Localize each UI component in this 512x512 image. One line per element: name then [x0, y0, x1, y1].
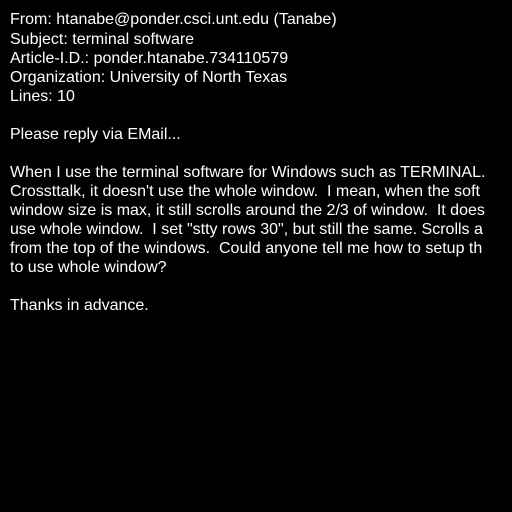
body-line: to use whole window? [10, 259, 167, 276]
header-from: From: htanabe@ponder.csci.unt.edu (Tanab… [10, 11, 337, 28]
header-article-id: Article-I.D.: ponder.htanabe.734110579 [10, 50, 289, 67]
body-line: use whole window. I set "stty rows 30", … [10, 221, 483, 238]
header-organization: Organization: University of North Texas [10, 69, 288, 86]
body-line: window size is max, it still scrolls aro… [10, 202, 485, 219]
body-closing: Thanks in advance. [10, 297, 149, 314]
header-subject: Subject: terminal software [10, 31, 195, 48]
message-view: From: htanabe@ponder.csci.unt.edu (Tanab… [0, 0, 512, 512]
header-lines: Lines: 10 [10, 88, 75, 105]
body-greeting: Please reply via EMail... [10, 126, 181, 143]
body-line: from the top of the windows. Could anyon… [10, 240, 483, 257]
body-line: When I use the terminal software for Win… [10, 164, 486, 181]
body-line: Crossttalk, it doesn't use the whole win… [10, 183, 480, 200]
